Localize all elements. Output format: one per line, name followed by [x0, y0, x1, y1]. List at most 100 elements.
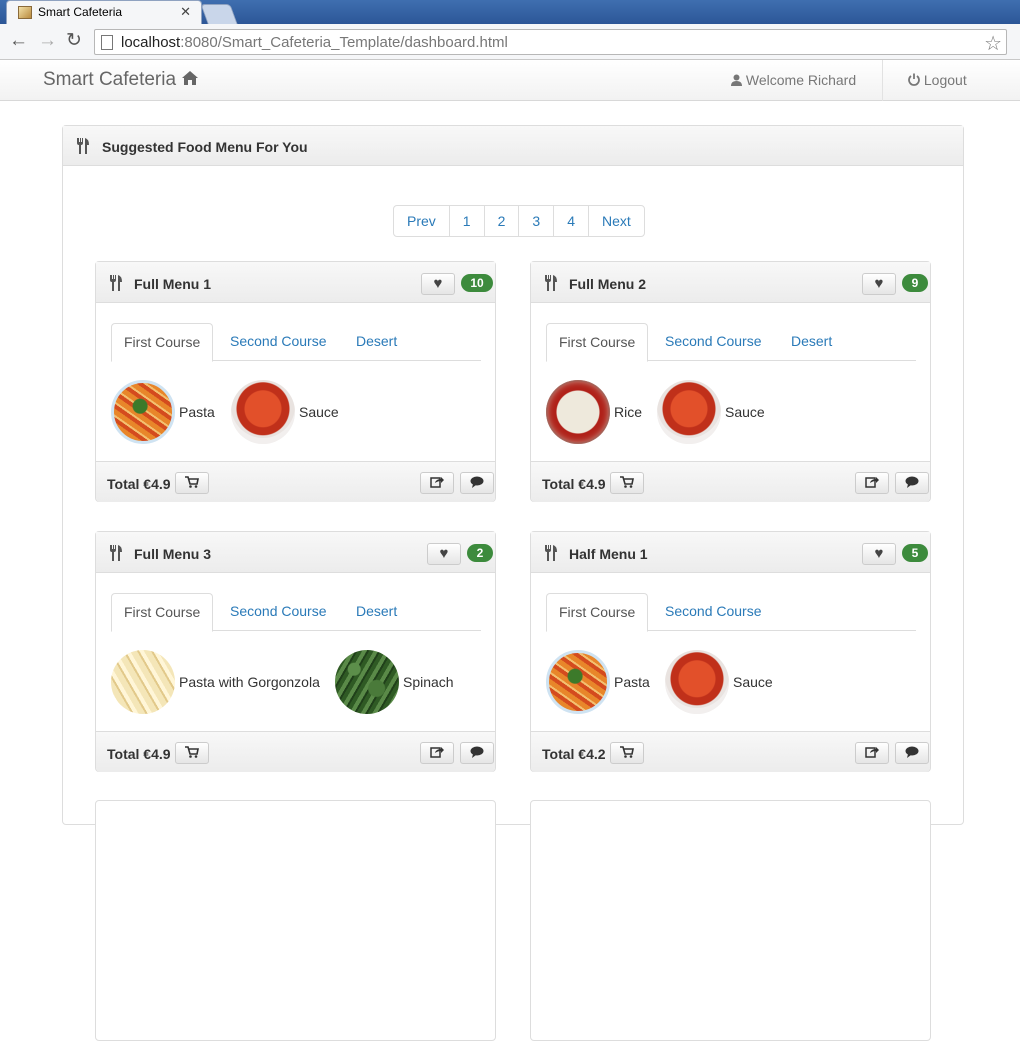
share-button[interactable] [855, 472, 889, 494]
card-header: Full Menu 1 ♥ 10 [96, 262, 495, 303]
browser-tab-title: Smart Cafeteria [38, 5, 123, 19]
tab-desert[interactable]: Desert [344, 593, 409, 631]
comment-button[interactable] [895, 742, 929, 764]
url-path: :8080/Smart_Cafeteria_Template/dashboard… [180, 34, 508, 51]
tab-second-course[interactable]: Second Course [218, 323, 339, 361]
like-button[interactable]: ♥ [862, 543, 896, 565]
card-header: Half Menu 1 ♥ 5 [531, 532, 930, 573]
pagination-next[interactable]: Next [587, 206, 644, 236]
menu-card: Full Menu 2 ♥ 9 First Course Second Cours… [530, 261, 931, 502]
like-button[interactable]: ♥ [862, 273, 896, 295]
food-photo [111, 380, 175, 444]
like-button[interactable]: ♥ [421, 273, 455, 295]
heart-icon: ♥ [874, 545, 884, 562]
navbar-divider [882, 60, 883, 101]
tab-second-course[interactable]: Second Course [653, 593, 774, 631]
card-footer: Total €4.9 [96, 731, 495, 772]
comment-button[interactable] [895, 472, 929, 494]
comment-icon [905, 476, 919, 488]
card-title: Full Menu 1 [134, 276, 211, 292]
total-price: Total €4.9 [107, 476, 171, 492]
tab-first-course[interactable]: First Course [546, 323, 649, 362]
menu-card [95, 800, 496, 1041]
food-photo [335, 650, 399, 714]
address-bar-row: ← → ↻ localhost:8080/Smart_Cafeteria_Tem… [0, 24, 1020, 60]
pagination-page-4[interactable]: 4 [553, 206, 588, 236]
heart-icon: ♥ [874, 275, 884, 292]
add-to-cart-button[interactable] [610, 472, 644, 494]
food-item[interactable]: Spinach [335, 650, 454, 714]
pagination-page-1[interactable]: 1 [448, 206, 484, 236]
add-to-cart-button[interactable] [175, 742, 209, 764]
logout-link[interactable]: Logout [908, 72, 967, 88]
food-name: Sauce [299, 404, 339, 420]
new-tab-button[interactable] [200, 4, 238, 24]
cart-icon [185, 476, 199, 488]
pagination-prev[interactable]: Prev [394, 206, 449, 236]
add-to-cart-button[interactable] [175, 472, 209, 494]
total-price: Total €4.2 [542, 746, 606, 762]
share-button[interactable] [420, 742, 454, 764]
add-to-cart-button[interactable] [610, 742, 644, 764]
food-item[interactable]: Sauce [657, 380, 765, 444]
food-photo [546, 380, 610, 444]
pagination-page-2[interactable]: 2 [483, 206, 519, 236]
food-item[interactable]: Sauce [231, 380, 339, 444]
food-item[interactable]: Pasta [111, 380, 215, 444]
comment-button[interactable] [460, 742, 494, 764]
food-item[interactable]: Sauce [665, 650, 773, 714]
url-text: localhost:8080/Smart_Cafeteria_Template/… [121, 34, 508, 51]
food-photo [546, 650, 610, 714]
cutlery-icon [77, 138, 89, 154]
course-tabs: First Course Second Course Desert [111, 323, 481, 362]
tab-first-course[interactable]: First Course [111, 593, 214, 632]
cutlery-icon [545, 545, 557, 561]
food-item[interactable]: Rice [546, 380, 642, 444]
share-button[interactable] [855, 742, 889, 764]
card-header: Full Menu 2 ♥ 9 [531, 262, 930, 303]
bookmark-star-icon[interactable]: ☆ [984, 31, 1002, 56]
card-header: Full Menu 3 ♥ 2 [96, 532, 495, 573]
forward-arrow-icon[interactable]: → [38, 31, 57, 50]
cart-icon [620, 476, 634, 488]
card-title: Half Menu 1 [569, 546, 648, 562]
like-button[interactable]: ♥ [427, 543, 461, 565]
share-icon [865, 477, 879, 488]
cutlery-icon [110, 545, 122, 561]
total-price: Total €4.9 [107, 746, 171, 762]
food-item[interactable]: Pasta with Gorgonzola [111, 650, 320, 714]
back-arrow-icon[interactable]: ← [9, 31, 28, 50]
heart-icon: ♥ [439, 545, 449, 562]
welcome-user[interactable]: Welcome Richard [731, 72, 856, 88]
tab-first-course[interactable]: First Course [111, 323, 214, 362]
comment-icon [905, 746, 919, 758]
food-name: Pasta [179, 404, 215, 420]
reload-icon[interactable]: ↻ [66, 31, 82, 50]
panel-header: Suggested Food Menu For You [63, 126, 963, 166]
food-photo [231, 380, 295, 444]
tab-second-course[interactable]: Second Course [653, 323, 774, 361]
browser-tab[interactable]: Smart Cafeteria ✕ [6, 0, 202, 24]
brand[interactable]: Smart Cafeteria [43, 69, 199, 91]
pagination-page-3[interactable]: 3 [518, 206, 553, 236]
close-tab-icon[interactable]: ✕ [180, 4, 191, 20]
url-host: localhost [121, 34, 181, 51]
comment-button[interactable] [460, 472, 494, 494]
cutlery-icon [545, 275, 557, 291]
url-field[interactable]: localhost:8080/Smart_Cafeteria_Template/… [94, 29, 1007, 55]
app-navbar: Smart Cafeteria Welcome Richard Logout [0, 60, 1020, 101]
home-icon [182, 71, 199, 85]
tab-desert[interactable]: Desert [779, 323, 844, 361]
course-tabs: First Course Second Course Desert [111, 593, 481, 632]
tab-desert[interactable]: Desert [344, 323, 409, 361]
user-icon [731, 74, 742, 86]
browser-tab-strip: Smart Cafeteria ✕ [0, 0, 1020, 24]
food-item[interactable]: Pasta [546, 650, 650, 714]
tab-second-course[interactable]: Second Course [218, 593, 339, 631]
tab-first-course[interactable]: First Course [546, 593, 649, 632]
menu-card: Full Menu 3 ♥ 2 First Course Second Cours… [95, 531, 496, 772]
card-footer: Total €4.9 [531, 461, 930, 502]
food-name: Sauce [733, 674, 773, 690]
share-button[interactable] [420, 472, 454, 494]
cart-icon [620, 746, 634, 758]
